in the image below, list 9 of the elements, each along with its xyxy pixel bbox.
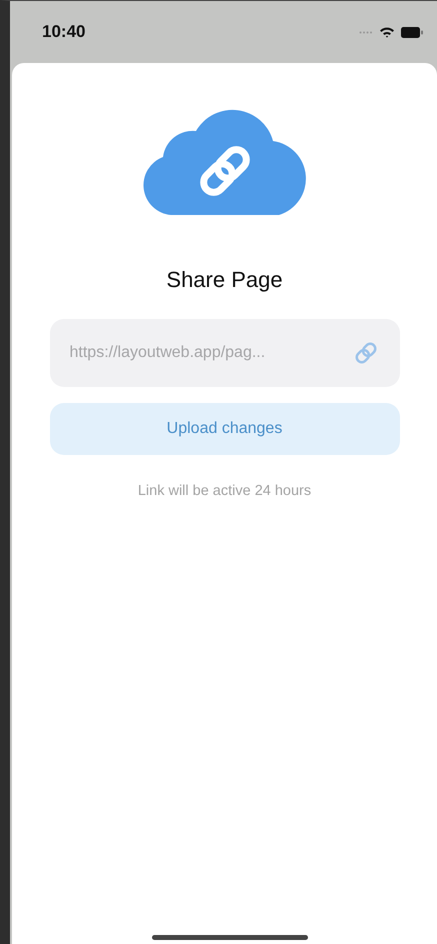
home-indicator[interactable] (152, 935, 308, 940)
battery-icon (401, 26, 423, 38)
sheet-title: Share Page (166, 267, 283, 293)
status-time: 10:40 (42, 22, 86, 42)
link-field[interactable]: https://layoutweb.app/pag... (50, 319, 400, 387)
wifi-icon (379, 26, 395, 38)
expiry-note: Link will be active 24 hours (138, 483, 312, 499)
upload-button[interactable]: Upload changes (50, 403, 400, 455)
signal-dots-icon (359, 30, 373, 34)
